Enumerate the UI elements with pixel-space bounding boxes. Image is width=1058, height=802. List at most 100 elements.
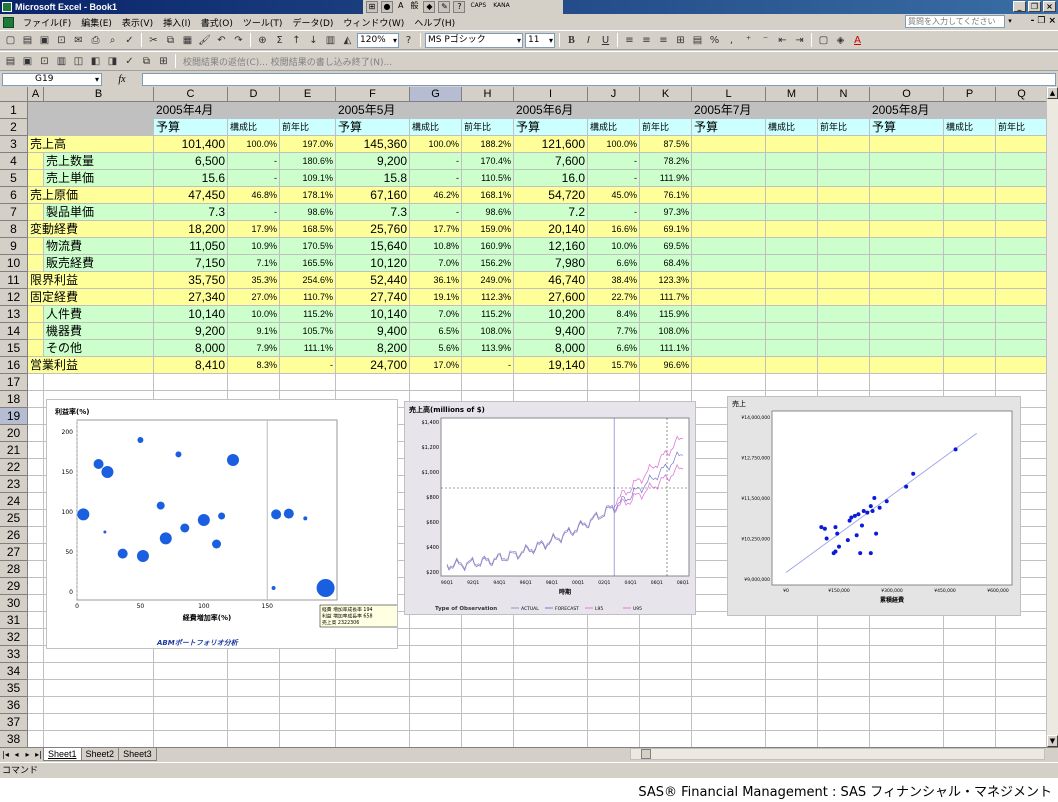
column-header[interactable]: K bbox=[640, 87, 692, 102]
value-cell[interactable]: 7.1% bbox=[228, 255, 280, 272]
empty-cell[interactable] bbox=[944, 289, 996, 306]
value-cell[interactable]: 100.0% bbox=[410, 136, 462, 153]
month-header[interactable]: 2005年8月 bbox=[870, 102, 1046, 119]
value-cell[interactable]: 165.5% bbox=[280, 255, 336, 272]
empty-cell[interactable] bbox=[228, 697, 280, 714]
empty-cell[interactable] bbox=[818, 170, 870, 187]
empty-cell[interactable] bbox=[944, 221, 996, 238]
empty-cell[interactable] bbox=[766, 170, 818, 187]
align-left-icon[interactable]: ≡ bbox=[622, 33, 637, 47]
empty-cell[interactable] bbox=[336, 714, 410, 731]
empty-cell[interactable] bbox=[766, 646, 818, 663]
value-cell[interactable]: - bbox=[228, 204, 280, 221]
empty-cell[interactable] bbox=[692, 680, 766, 697]
column-header[interactable]: O bbox=[870, 87, 944, 102]
empty-cell[interactable] bbox=[870, 289, 944, 306]
subheader-cell[interactable]: 構成比 bbox=[944, 119, 996, 136]
empty-cell[interactable] bbox=[818, 646, 870, 663]
ime-mode-icon[interactable]: ● bbox=[381, 1, 393, 13]
empty-cell[interactable] bbox=[944, 357, 996, 374]
email-icon[interactable]: ✉ bbox=[71, 33, 86, 47]
save-icon[interactable]: ▣ bbox=[37, 33, 52, 47]
vertical-scrollbar[interactable]: ▲ ▼ bbox=[1046, 87, 1058, 747]
menu-help[interactable]: ヘルプ(H) bbox=[409, 16, 460, 29]
empty-cell[interactable] bbox=[228, 731, 280, 747]
value-cell[interactable]: 22.7% bbox=[588, 289, 640, 306]
empty-cell[interactable] bbox=[410, 697, 462, 714]
empty-cell[interactable] bbox=[462, 714, 514, 731]
chart-wizard-icon[interactable]: ▥ bbox=[323, 33, 338, 47]
empty-cell[interactable] bbox=[944, 323, 996, 340]
indent-cell[interactable] bbox=[28, 255, 44, 272]
row-label[interactable]: 人件費 bbox=[44, 306, 154, 323]
subheader-cell[interactable]: 予算 bbox=[692, 119, 766, 136]
empty-cell[interactable] bbox=[28, 612, 44, 629]
value-cell[interactable]: 15.7% bbox=[588, 357, 640, 374]
decrease-decimal-icon[interactable]: ⁻ bbox=[758, 33, 773, 47]
empty-cell[interactable] bbox=[514, 697, 588, 714]
ime-help-icon[interactable]: ? bbox=[453, 1, 466, 13]
underline-icon[interactable]: U bbox=[598, 33, 613, 47]
empty-cell[interactable] bbox=[944, 663, 996, 680]
empty-cell[interactable] bbox=[996, 204, 1046, 221]
row-label[interactable]: 売上単価 bbox=[44, 170, 154, 187]
empty-cell[interactable] bbox=[818, 663, 870, 680]
row-header[interactable]: 6 bbox=[0, 187, 28, 204]
first-sheet-icon[interactable]: |◂ bbox=[0, 750, 11, 759]
comma-icon[interactable]: , bbox=[724, 33, 739, 47]
empty-cell[interactable] bbox=[692, 255, 766, 272]
empty-cell[interactable] bbox=[28, 493, 44, 510]
empty-cell[interactable] bbox=[640, 663, 692, 680]
hyperlink-icon[interactable]: ⊕ bbox=[255, 33, 270, 47]
value-cell[interactable]: 8,410 bbox=[154, 357, 228, 374]
review-icon-9[interactable]: ⧉ bbox=[139, 54, 154, 68]
indent-cell[interactable] bbox=[28, 306, 44, 323]
empty-cell[interactable] bbox=[44, 680, 154, 697]
empty-cell[interactable] bbox=[28, 476, 44, 493]
empty-cell[interactable] bbox=[818, 629, 870, 646]
row-header[interactable]: 25 bbox=[0, 510, 28, 527]
empty-cell[interactable] bbox=[818, 187, 870, 204]
empty-cell[interactable] bbox=[28, 714, 44, 731]
scroll-up-icon[interactable]: ▲ bbox=[1047, 87, 1058, 99]
empty-cell[interactable] bbox=[818, 680, 870, 697]
value-cell[interactable]: 249.0% bbox=[462, 272, 514, 289]
empty-cell[interactable] bbox=[692, 187, 766, 204]
row-header[interactable]: 23 bbox=[0, 476, 28, 493]
empty-cell[interactable] bbox=[228, 714, 280, 731]
empty-cell[interactable] bbox=[996, 272, 1046, 289]
empty-cell[interactable] bbox=[692, 629, 766, 646]
empty-cell[interactable] bbox=[818, 238, 870, 255]
value-cell[interactable]: 105.7% bbox=[280, 323, 336, 340]
empty-cell[interactable] bbox=[640, 374, 692, 391]
worksheet-grid[interactable]: A B C D E F G H I J K L M N O P Q 1 2 3 4 5 6 7 8 9 10 11 12 13 14 15 16… bbox=[0, 87, 1046, 747]
empty-cell[interactable] bbox=[336, 680, 410, 697]
value-cell[interactable]: 7.2 bbox=[514, 204, 588, 221]
empty-cell[interactable] bbox=[410, 629, 462, 646]
empty-cell[interactable] bbox=[228, 663, 280, 680]
empty-cell[interactable] bbox=[996, 187, 1046, 204]
empty-cell[interactable] bbox=[818, 221, 870, 238]
value-cell[interactable]: - bbox=[462, 357, 514, 374]
value-cell[interactable]: - bbox=[588, 153, 640, 170]
value-cell[interactable]: 100.0% bbox=[588, 136, 640, 153]
empty-cell[interactable] bbox=[28, 527, 44, 544]
value-cell[interactable]: 78.2% bbox=[640, 153, 692, 170]
horizontal-scroll-thumb[interactable] bbox=[641, 749, 651, 759]
value-cell[interactable]: - bbox=[280, 357, 336, 374]
value-cell[interactable]: 188.2% bbox=[462, 136, 514, 153]
value-cell[interactable]: 7,980 bbox=[514, 255, 588, 272]
menu-edit[interactable]: 編集(E) bbox=[76, 16, 117, 29]
row-header[interactable]: 38 bbox=[0, 731, 28, 747]
row-header[interactable]: 7 bbox=[0, 204, 28, 221]
empty-cell[interactable] bbox=[692, 731, 766, 747]
value-cell[interactable]: 25,760 bbox=[336, 221, 410, 238]
empty-cell[interactable] bbox=[944, 187, 996, 204]
help-question-input[interactable]: 質問を入力してください bbox=[905, 15, 1005, 28]
empty-cell[interactable] bbox=[588, 697, 640, 714]
row-label[interactable]: 製品単価 bbox=[44, 204, 154, 221]
ime-input-mode[interactable]: A bbox=[396, 1, 405, 13]
empty-cell[interactable] bbox=[588, 629, 640, 646]
empty-cell[interactable] bbox=[640, 697, 692, 714]
empty-cell[interactable] bbox=[692, 136, 766, 153]
